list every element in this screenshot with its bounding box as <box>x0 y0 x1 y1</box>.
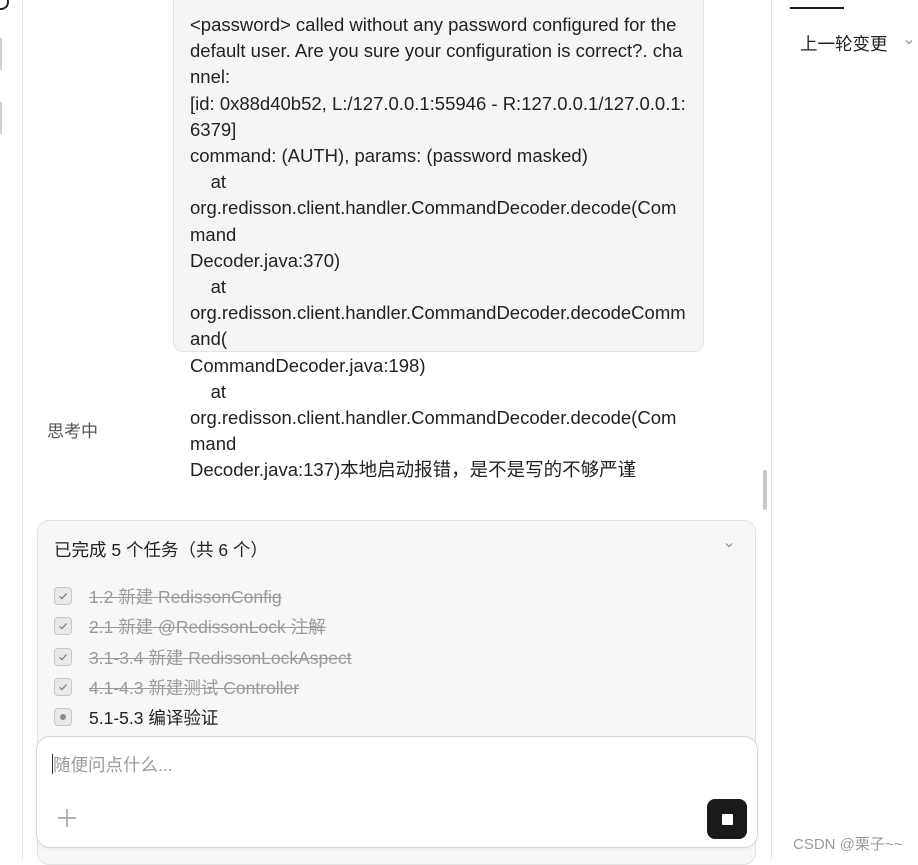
task-item: 4.1-4.3 新建测试 Controller <box>54 675 299 699</box>
message-line: CommandDecoder.java:198) <box>190 354 426 376</box>
message-line: org.redisson.client.handler.CommandDecod… <box>190 197 677 245</box>
checkbox-checked-icon[interactable] <box>54 648 72 666</box>
previous-changes-title[interactable]: 上一轮变更 <box>800 31 888 56</box>
stop-generation-button[interactable] <box>707 799 747 839</box>
message-input[interactable] <box>51 751 695 779</box>
message-line: at <box>190 171 226 193</box>
task-panel-header[interactable]: 已完成 5 个任务（共 6 个） <box>54 537 268 562</box>
message-line: org.redisson.client.handler.CommandDecod… <box>190 302 686 350</box>
add-attachment-icon[interactable] <box>56 807 78 829</box>
left-rail <box>0 0 23 860</box>
thinking-status: 思考中 <box>47 422 98 441</box>
checkbox-checked-icon[interactable] <box>54 678 72 696</box>
rail-tab-marker[interactable] <box>0 102 2 134</box>
task-label: 3.1-3.4 新建 RedissonLockAspect <box>89 647 352 668</box>
task-item: 2.1 新建 @RedissonLock 注解 <box>54 614 326 638</box>
task-item: 1.2 新建 RedissonConfig <box>54 584 282 608</box>
chevron-down-icon[interactable] <box>903 36 915 48</box>
message-line: org.redisson.client.handler.CommandDecod… <box>190 407 677 455</box>
watermark: CSDN @栗子~~ <box>793 836 903 853</box>
message-line: at <box>190 276 226 298</box>
stop-icon <box>721 813 733 825</box>
checkbox-checked-icon[interactable] <box>54 617 72 635</box>
right-panel: 上一轮变更 <box>771 0 918 860</box>
task-label: 2.1 新建 @RedissonLock 注解 <box>89 616 326 637</box>
message-composer <box>36 736 758 848</box>
chat-area: <password> called without any password c… <box>23 0 771 865</box>
rail-tab-marker[interactable] <box>0 38 2 70</box>
active-tab-indicator <box>790 7 844 9</box>
message-line: at <box>190 380 226 402</box>
message-line: [id: 0x88d40b52, L:/127.0.0.1:55946 - R:… <box>190 92 686 140</box>
message-line: Decoder.java:370) <box>190 249 341 271</box>
task-label: 1.2 新建 RedissonConfig <box>89 586 282 607</box>
message-line: <password> called without any password c… <box>190 14 677 35</box>
message-line: default user. Are you sure your configur… <box>190 40 683 88</box>
scrollbar-thumb[interactable] <box>763 470 767 510</box>
message-line: Decoder.java:137)本地启动报错，是不是写的不够严谨 <box>190 459 637 481</box>
task-item: 3.1-3.4 新建 RedissonLockAspect <box>54 645 352 669</box>
task-label: 5.1-5.3 编译验证 <box>89 707 219 728</box>
chevron-down-icon[interactable] <box>723 539 735 551</box>
task-item: 5.1-5.3 编译验证 <box>54 705 218 729</box>
message-line: command: (AUTH), params: (password maske… <box>190 145 588 167</box>
rail-circle-icon[interactable] <box>0 0 9 10</box>
checkbox-checked-icon[interactable] <box>54 587 72 605</box>
task-label: 4.1-4.3 新建测试 Controller <box>89 677 300 698</box>
checkbox-in-progress-icon[interactable] <box>54 708 72 726</box>
user-message-bubble: <password> called without any password c… <box>173 0 704 480</box>
